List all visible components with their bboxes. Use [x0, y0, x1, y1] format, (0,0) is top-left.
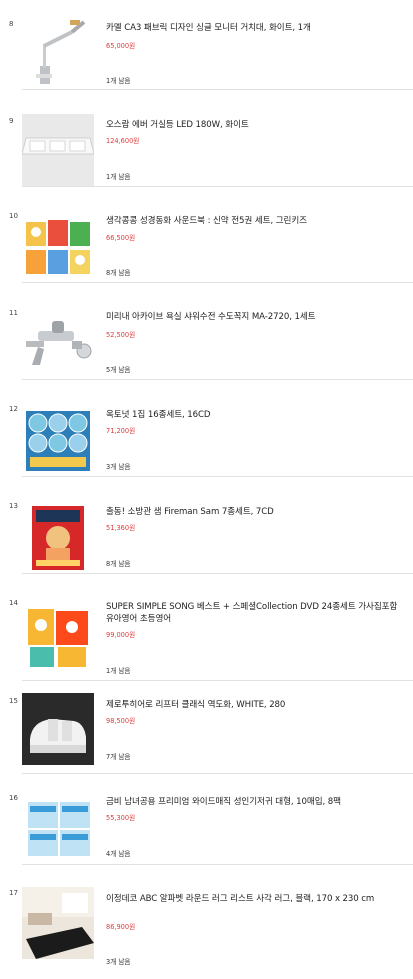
product-thumbnail[interactable]: [22, 693, 94, 765]
product-thumbnail[interactable]: [22, 14, 94, 86]
product-thumbnail[interactable]: [22, 311, 94, 383]
rank-number: 11: [9, 309, 18, 317]
rank-number: 14: [9, 599, 18, 607]
rank-number: 12: [9, 405, 18, 413]
rank-number: 9: [9, 117, 14, 125]
product-title[interactable]: 출동! 소방관 샘 Fireman Sam 7종세트, 7CD: [106, 506, 406, 518]
stock-remaining: 4개 남음: [106, 850, 131, 858]
stock-remaining: 3개 남음: [106, 463, 131, 471]
divider: [22, 379, 413, 380]
rank-number: 8: [9, 20, 14, 28]
divider: [22, 282, 413, 283]
rank-number: 17: [9, 889, 18, 897]
stock-remaining: 1개 남음: [106, 173, 131, 181]
stock-remaining: 5개 남음: [106, 366, 131, 374]
product-thumbnail[interactable]: [22, 502, 94, 574]
divider: [22, 773, 413, 774]
product-title[interactable]: 생각콩콩 성경동화 사운드북 : 신약 전5권 세트, 그린키즈: [106, 215, 406, 227]
product-thumbnail[interactable]: [22, 792, 94, 864]
stock-remaining: 7개 남음: [106, 753, 131, 761]
product-title[interactable]: 제로투히어로 리프터 클래식 역도화, WHITE, 280: [106, 699, 406, 711]
product-title[interactable]: 카멜 CA3 패브릭 디자인 싱글 모니터 거치대, 화이트, 1개: [106, 22, 406, 34]
product-thumbnail[interactable]: [22, 114, 94, 186]
rank-number: 13: [9, 502, 18, 510]
divider: [22, 186, 413, 187]
product-price: 124,600원: [106, 137, 140, 145]
product-price: 55,300원: [106, 814, 136, 822]
rank-number: 16: [9, 794, 18, 802]
product-title[interactable]: 미리내 아카이브 욕실 샤워수전 수도꼭지 MA-2720, 1세트: [106, 311, 406, 323]
product-title[interactable]: 이정데코 ABC 알파벳 라운드 러그 리스트 사각 러그, 블랙, 170 x…: [106, 893, 406, 905]
rank-number: 15: [9, 697, 18, 705]
product-price: 71,200원: [106, 427, 136, 435]
stock-remaining: 8개 남음: [106, 269, 131, 277]
divider: [22, 864, 413, 865]
product-price: 65,000원: [106, 42, 136, 50]
product-title[interactable]: SUPER SIMPLE SONG 베스트 + 스페셜Collection DV…: [106, 601, 406, 625]
product-title[interactable]: 금비 남녀공용 프리미엄 와이드매직 성인기저귀 대형, 10매입, 8팩: [106, 796, 406, 808]
divider: [22, 476, 413, 477]
stock-remaining: 1개 남음: [106, 667, 131, 675]
divider: [22, 573, 413, 574]
product-price: 52,500원: [106, 331, 136, 339]
product-thumbnail[interactable]: [22, 601, 94, 673]
stock-remaining: 8개 남음: [106, 560, 131, 568]
product-price: 51,360원: [106, 524, 136, 532]
product-title[interactable]: 옥토넛 1집 16종세트, 16CD: [106, 409, 406, 421]
product-title[interactable]: 오스람 에버 거실등 LED 180W, 화이트: [106, 119, 406, 131]
product-thumbnail[interactable]: [22, 405, 94, 477]
product-thumbnail[interactable]: [22, 887, 94, 959]
rank-number: 10: [9, 212, 18, 220]
divider: [22, 89, 413, 90]
product-price: 98,500원: [106, 717, 136, 725]
product-price: 86,900원: [106, 923, 136, 931]
divider: [22, 680, 413, 681]
product-thumbnail[interactable]: [22, 212, 94, 284]
product-price: 99,000원: [106, 631, 136, 639]
stock-remaining: 3개 남음: [106, 958, 131, 966]
stock-remaining: 1개 남음: [106, 77, 131, 85]
product-price: 66,500원: [106, 234, 136, 242]
